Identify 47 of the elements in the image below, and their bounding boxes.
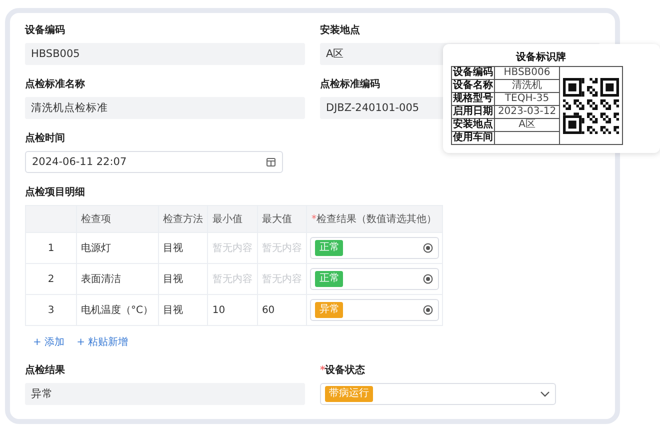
result-tag: 异常 bbox=[315, 302, 344, 318]
row-number: 1 bbox=[26, 232, 76, 264]
table-cell: 60 bbox=[257, 294, 307, 326]
sign-value: A区 bbox=[494, 118, 560, 132]
result-tag: 正常 bbox=[315, 240, 344, 256]
status-tag: 带病运行 bbox=[325, 386, 373, 402]
sign-value: 清洗机 bbox=[494, 80, 560, 92]
sign-value: TEQH-35 bbox=[494, 92, 560, 106]
table-cell: 目视 bbox=[158, 294, 208, 326]
readonly-field: 清洗机点检标准 bbox=[25, 97, 305, 119]
table-cell: 暂无内容 bbox=[208, 264, 258, 294]
table-cell: 目视 bbox=[158, 232, 208, 264]
sign-label: 使用车间 bbox=[452, 132, 494, 144]
table-header-cell: 检查方法 bbox=[158, 206, 208, 232]
table-cell: 电源灯 bbox=[76, 232, 158, 264]
field-label: 点检时间 bbox=[25, 132, 65, 145]
table-cell: 表面清洁 bbox=[76, 264, 158, 294]
field-label: *设备状态 bbox=[320, 364, 366, 377]
sign-label: 启用日期 bbox=[452, 106, 494, 118]
table-cell: 暂无内容 bbox=[208, 232, 258, 264]
sign-value: HBSB006 bbox=[494, 66, 560, 80]
readonly-field: 异常 bbox=[25, 383, 305, 405]
table-cell: 目视 bbox=[158, 264, 208, 294]
field-label: 点检标准编码 bbox=[320, 78, 380, 91]
sign-title: 设备标识牌 bbox=[514, 50, 567, 64]
table-cell: 电机温度（°C） bbox=[76, 294, 158, 326]
sign-label: 设备编码 bbox=[452, 66, 494, 80]
row-number: 2 bbox=[26, 264, 76, 294]
sign-label: 设备名称 bbox=[452, 80, 494, 92]
table-header-cell: 检查项 bbox=[76, 206, 158, 232]
sign-label: 安装地点 bbox=[452, 118, 494, 132]
row-number: 3 bbox=[26, 294, 76, 326]
table-cell: 暂无内容 bbox=[257, 232, 307, 264]
table-cell: 10 bbox=[208, 294, 258, 326]
result-tag: 正常 bbox=[315, 271, 344, 287]
table-cell: 暂无内容 bbox=[257, 264, 307, 294]
table-header-cell: 最小值 bbox=[208, 206, 258, 232]
field-label: 点检结果 bbox=[25, 364, 65, 377]
sign-value: 2023-03-12 bbox=[494, 106, 560, 118]
table-header-cell: *检查结果（数值请选其他） bbox=[306, 206, 442, 232]
field-label: 点检标准名称 bbox=[25, 78, 85, 91]
field-label: 设备编码 bbox=[25, 24, 65, 37]
sign-label: 规格型号 bbox=[452, 92, 494, 106]
section-title: 点检项目明细 bbox=[25, 186, 85, 199]
field-label: 安装地点 bbox=[320, 23, 360, 37]
table-header-cell: 最大值 bbox=[257, 206, 307, 232]
readonly-field: HBSB005 bbox=[25, 43, 305, 65]
